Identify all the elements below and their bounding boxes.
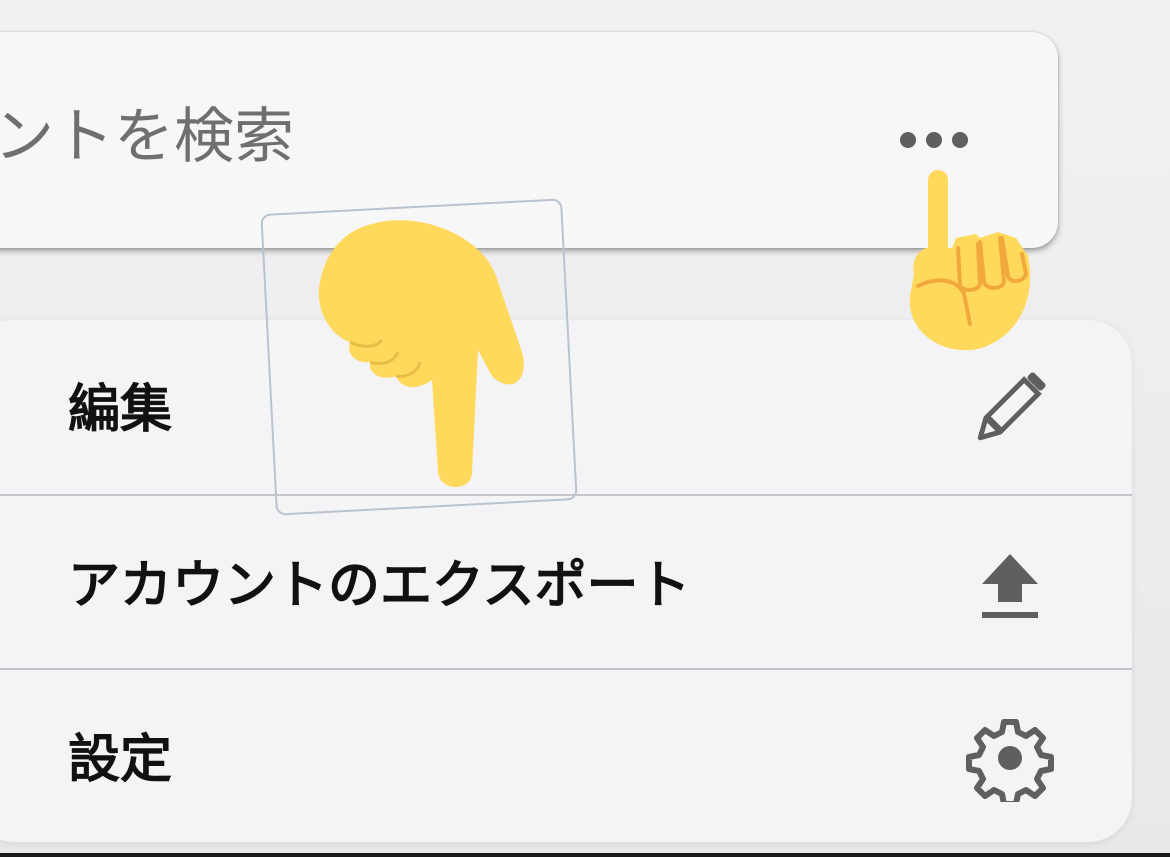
menu-item-label: 編集: [68, 380, 173, 440]
pointing-up-hand-icon: [898, 164, 1048, 360]
pointing-down-hand-icon: [310, 212, 550, 502]
menu-item-export-account[interactable]: アカウントのエクスポート: [0, 494, 1132, 668]
pencil-icon: [966, 364, 1054, 452]
search-placeholder-text: ントを検索: [0, 102, 294, 172]
menu-item-label: 設定: [68, 730, 173, 790]
upload-icon: [966, 540, 1054, 628]
menu-item-label: アカウントのエクスポート: [68, 556, 691, 616]
menu-item-settings[interactable]: 設定: [0, 668, 1132, 842]
more-options-button[interactable]: [888, 118, 980, 162]
ellipsis-icon: [900, 132, 968, 148]
bottom-divider: [0, 853, 1170, 857]
gear-icon: [966, 714, 1054, 807]
